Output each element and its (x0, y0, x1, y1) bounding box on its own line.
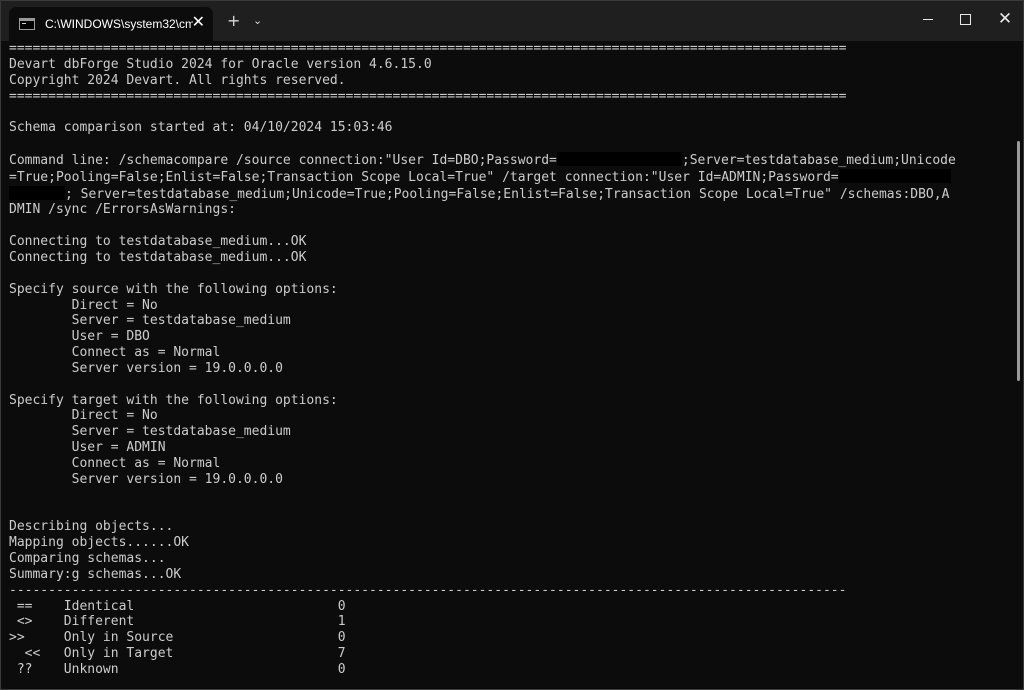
console-line: Connecting to testdatabase_medium...OK (9, 249, 307, 265)
close-window-icon: ✕ (997, 8, 1013, 29)
console-line: Schema comparison started at: 04/10/2024… (9, 120, 393, 136)
chevron-down-icon[interactable]: ⌄ (253, 13, 262, 29)
console-line: Server version = 19.0.0.0.0 (9, 360, 283, 376)
redacted-password (556, 151, 682, 166)
close-icon[interactable]: ✕ (192, 14, 205, 32)
summary-row-only-target: << Only in Target 7 (9, 646, 346, 662)
console-window: C:\WINDOWS\system32\cmd. ✕ + ⌄ ✕ =======… (0, 0, 1024, 690)
redacted-password (838, 168, 951, 183)
console-line: Connecting to testdatabase_medium...OK (9, 234, 307, 250)
redacted-password (9, 185, 65, 200)
console-line: Direct = No (9, 297, 158, 313)
console-line: Mapping objects......OK (9, 535, 190, 551)
console-line: Server = testdatabase_medium (9, 313, 291, 329)
console-line: Summary:g schemas...OK (9, 566, 182, 582)
console-line: User = ADMIN (9, 440, 166, 456)
console-line: Command line: /schemacompare /source con… (9, 152, 557, 168)
console-line: Describing objects... (9, 519, 174, 535)
terminal-tab[interactable]: C:\WINDOWS\system32\cmd. ✕ (9, 7, 213, 41)
console-line: ; Server=testdatabase_medium;Unicode=Tru… (65, 186, 950, 202)
title-bar[interactable]: C:\WINDOWS\system32\cmd. ✕ + ⌄ ✕ (1, 1, 1023, 41)
console-line: Devart dbForge Studio 2024 for Oracle ve… (9, 56, 432, 72)
console-line: Comparing schemas... (9, 551, 166, 566)
console-line: Connect as = Normal (9, 455, 221, 471)
close-window-button[interactable]: ✕ (982, 1, 1023, 37)
scrollbar-thumb[interactable] (1017, 141, 1020, 381)
console-line: Specify source with the following option… (9, 281, 338, 297)
summary-row-identical: == Identical 0 (9, 598, 346, 614)
maximize-icon (959, 13, 971, 25)
terminal-icon (19, 18, 35, 30)
console-line: =True;Pooling=False;Enlist=False;Transac… (9, 169, 839, 185)
summary-row-only-source: >> Only in Source 0 (9, 630, 346, 646)
console-line: Connect as = Normal (9, 345, 221, 361)
console-line: Server = testdatabase_medium (9, 424, 291, 440)
vertical-scrollbar[interactable] (1015, 45, 1021, 687)
console-line: ----------------------------------------… (9, 582, 847, 598)
console-line: ========================================… (9, 41, 847, 56)
console-line: Specify target with the following option… (9, 392, 338, 408)
plus-icon[interactable]: + (227, 11, 240, 31)
console-line: DMIN /sync /ErrorsAsWarnings: (9, 202, 236, 218)
console-line: Direct = No (9, 408, 158, 424)
tab-title: C:\WINDOWS\system32\cmd. (45, 17, 193, 31)
console-line: Copyright 2024 Devart. All rights reserv… (9, 72, 346, 88)
minimize-icon (923, 18, 933, 20)
console-output[interactable]: ========================================… (1, 41, 1013, 689)
summary-row-different: <> Different 1 (9, 614, 346, 630)
console-line: User = DBO (9, 329, 150, 345)
console-line: ========================================… (9, 88, 847, 104)
summary-row-unknown: ?? Unknown 0 (9, 661, 346, 677)
console-line-tail: ;Server=testdatabase_medium;Unicode (681, 152, 956, 168)
console-line: Server version = 19.0.0.0.0 (9, 471, 283, 487)
